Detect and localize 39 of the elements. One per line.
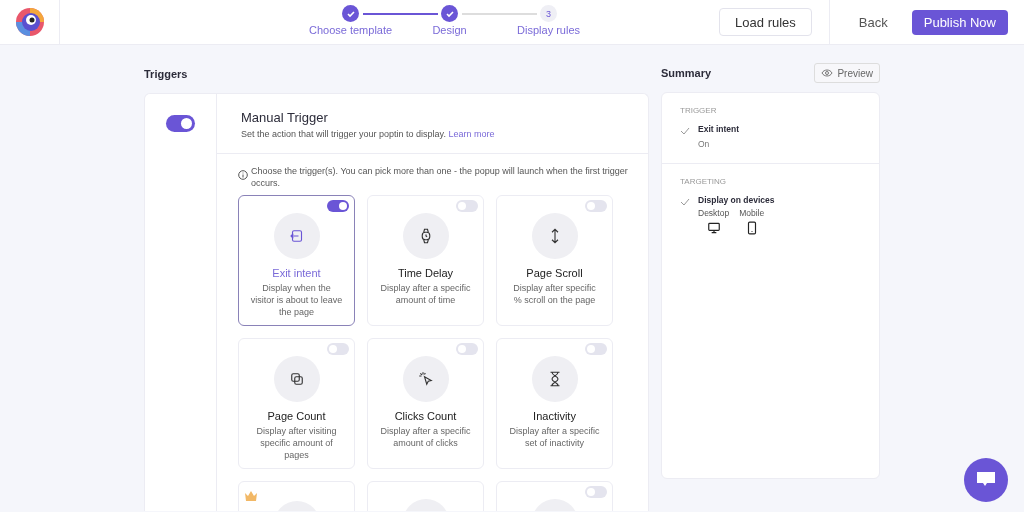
trigger-card[interactable]: Exit intent Display when the visitor is about to leave the page	[238, 195, 355, 326]
trigger-description: Display after visiting specific amount of pages	[255, 425, 338, 461]
publish-button[interactable]: Publish Now	[911, 9, 1008, 35]
trigger-description: Display after specific % scroll on the page	[512, 282, 597, 306]
trigger-card[interactable]: Time Delay Display after a specific amount of time	[367, 195, 484, 326]
trigger-card[interactable]: Page Scroll Display after specific % scroll on the page	[496, 195, 613, 326]
summary-value: On	[698, 139, 711, 149]
hint-text: Choose the trigger(s). You can pick more than one - the popup will launch when the first trigger occurs.	[251, 165, 628, 189]
trigger-description: Display after a specific set of inactivity	[508, 425, 601, 449]
trigger-title: Time Delay	[397, 267, 454, 279]
device-label: Mobile	[739, 208, 765, 218]
trigger-description: Display after a specific amount of clicks	[379, 425, 472, 449]
device-label: Desktop	[698, 208, 730, 218]
summary-heading: TRIGGER	[680, 106, 718, 115]
summary-item: Exit intent	[698, 124, 740, 134]
load-rules-button[interactable]: Load rules	[719, 8, 812, 36]
trigger-title: Page Count	[267, 410, 326, 422]
trigger-card[interactable]: Clicks Count Display after a specific amount of clicks	[367, 338, 484, 469]
trigger-title: Exit intent	[272, 267, 321, 279]
trigger-card[interactable]: Page Count Display after visiting specific amount of pages	[238, 338, 355, 469]
trigger-description: Display after a specific amount of time	[379, 282, 472, 306]
section-heading: Summary	[661, 67, 712, 79]
step-label: Design	[432, 24, 467, 36]
trigger-description: Display when the visitor is about to leave the page	[250, 282, 343, 318]
step-number: 3	[540, 5, 558, 22]
manual-trigger-description: Set the action that will trigger your poptin to display. Learn more	[241, 129, 496, 139]
manual-trigger-title: Manual Trigger	[241, 110, 329, 125]
preview-button[interactable]: Preview	[814, 63, 880, 83]
summary-heading: TARGETING	[680, 177, 728, 186]
summary-item: Display on devices	[698, 195, 775, 205]
trigger-card[interactable]: Inactivity Display after a specific set of inactivity	[496, 338, 613, 469]
back-button[interactable]: Back	[852, 13, 894, 31]
section-heading: Triggers	[144, 67, 189, 81]
step-label: Display rules	[517, 24, 581, 36]
learn-more-link[interactable]: Learn more	[448, 129, 495, 139]
trigger-title: Clicks Count	[394, 410, 457, 422]
trigger-title: Page Scroll	[526, 267, 583, 279]
step-label: Choose template	[308, 24, 393, 36]
trigger-title: Inactivity	[533, 410, 576, 422]
